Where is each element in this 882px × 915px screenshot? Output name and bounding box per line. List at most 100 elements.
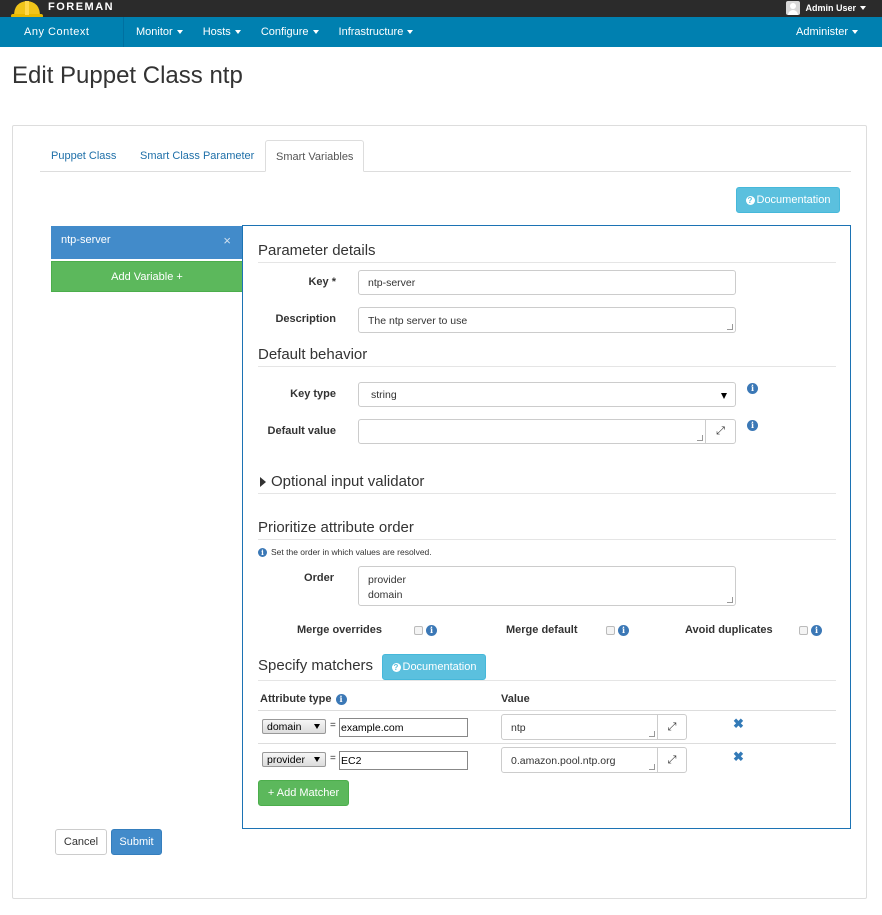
chevron-down-icon [407,30,414,35]
tab-smart-variables[interactable]: Smart Variables [265,140,365,172]
info-icon[interactable]: i [747,420,758,431]
nav-monitor[interactable]: Monitor [126,17,193,47]
question-circle-icon: ? [391,662,401,672]
add-matcher-button[interactable]: + Add Matcher [258,780,349,806]
info-icon[interactable]: i [747,383,758,394]
nav-infrastructure[interactable]: Infrastructure [329,17,424,47]
divider [258,262,836,263]
remove-icon[interactable]: ✖ [733,749,744,765]
order-hint-text: Set the order in which values are resolv… [271,547,432,557]
info-icon[interactable]: i [618,625,629,636]
variable-item-ntp-server[interactable]: ntp-server × [51,226,243,259]
merge-overrides-checkbox[interactable] [414,626,423,635]
variable-name: ntp-server [61,234,111,246]
nav-configure[interactable]: Configure [251,17,329,47]
remove-icon[interactable]: ✖ [733,716,744,732]
matcher-match-input[interactable]: EC2 [339,751,468,770]
nav-administer[interactable]: Administer [786,17,868,47]
resize-handle[interactable] [649,764,655,770]
matcher-attribute-select[interactable]: provider [262,752,326,767]
resize-handle[interactable] [727,324,733,330]
resize-handle[interactable] [697,435,703,441]
chevron-down-icon [176,30,183,35]
value-header: Value [501,693,530,705]
order-line: provider [368,574,406,586]
expand-icon[interactable]: ⤢ [705,419,736,444]
matcher-value: 0.amazon.pool.ntp.org [511,755,616,767]
matchers-documentation-button[interactable]: ? Documentation [382,654,486,680]
info-icon[interactable]: i [811,625,822,636]
brand-name[interactable]: FOREMAN [48,1,114,13]
divider [258,366,836,367]
context-selector[interactable]: Any Context [0,17,124,65]
section-parameter-details: Parameter details [258,242,376,259]
chevron-down-icon [721,393,727,399]
info-icon[interactable]: i [426,625,437,636]
matcher-value-textarea[interactable]: ntp [501,714,658,740]
resize-handle[interactable] [727,597,733,603]
chevron-down-icon [314,724,320,729]
matcher-attribute-value: provider [267,753,305,766]
documentation-label: Documentation [756,194,831,206]
default-value-textarea[interactable] [358,419,706,444]
chevron-down-icon [312,30,319,35]
table-divider [258,710,836,711]
merge-default-label: Merge default [506,624,578,636]
description-label: Description [275,313,336,325]
nav-hosts[interactable]: Hosts [193,17,251,47]
order-textarea[interactable]: provider domain [358,566,736,606]
info-icon[interactable]: i [335,693,347,705]
section-prioritize: Prioritize attribute order [258,519,414,536]
submit-button[interactable]: Submit [111,829,162,855]
order-hint: i Set the order in which values are reso… [258,547,432,557]
matcher-attribute-select[interactable]: domain [262,719,326,734]
description-textarea[interactable]: The ntp server to use [358,307,736,333]
info-icon: i [258,547,267,557]
chevron-down-icon [234,30,241,35]
expand-icon[interactable]: ⤢ [657,714,687,740]
key-input[interactable]: ntp-server [358,270,736,295]
equals-sign: = [330,720,336,731]
resize-handle[interactable] [649,731,655,737]
documentation-button[interactable]: ? Documentation [736,187,840,213]
documentation-label: Documentation [402,661,477,673]
tab-bar: Puppet Class Smart Class Parameter Smart… [40,140,851,172]
validator-toggle[interactable]: Optional input validator [260,473,424,490]
user-avatar-icon [786,1,801,15]
top-bar: FOREMAN Admin User [0,0,882,18]
user-menu[interactable]: Admin User [786,1,866,15]
section-specify-matchers: Specify matchers [258,657,374,674]
avoid-duplicates-checkbox[interactable] [799,626,808,635]
close-icon[interactable]: × [223,233,231,248]
matcher-attribute-value: domain [267,720,302,733]
key-label: Key * [308,276,336,288]
expand-icon[interactable]: ⤢ [657,747,687,773]
key-type-select[interactable]: string [358,382,736,407]
key-type-label: Key type [290,388,336,400]
key-type-value: string [371,388,397,401]
order-line: domain [368,589,403,601]
section-default-behavior: Default behavior [258,346,368,363]
default-value-label: Default value [267,425,336,437]
context-label: Any Context [24,26,90,38]
page-title: Edit Puppet Class ntp [12,62,243,89]
matcher-value-textarea[interactable]: 0.amazon.pool.ntp.org [501,747,658,773]
divider [258,539,836,540]
attribute-type-header-text: Attribute type [260,693,332,705]
divider [258,493,836,494]
merge-default-checkbox[interactable] [606,626,615,635]
table-divider [258,743,836,744]
main-nav: Any Context Monitor Hosts Configure Infr… [0,17,882,65]
avoid-duplicates-label: Avoid duplicates [685,624,773,636]
caret-right-icon [260,476,266,487]
equals-sign: = [330,753,336,764]
tab-puppet-class[interactable]: Puppet Class [51,140,116,172]
matcher-match-input[interactable]: example.com [339,718,468,737]
user-name: Admin User [805,3,856,13]
order-label: Order [304,572,334,584]
tab-smart-class-parameter[interactable]: Smart Class Parameter [140,140,254,172]
cancel-button[interactable]: Cancel [55,829,107,855]
chevron-down-icon [860,6,866,10]
add-variable-button[interactable]: Add Variable + [51,261,243,292]
description-value: The ntp server to use [368,315,468,327]
